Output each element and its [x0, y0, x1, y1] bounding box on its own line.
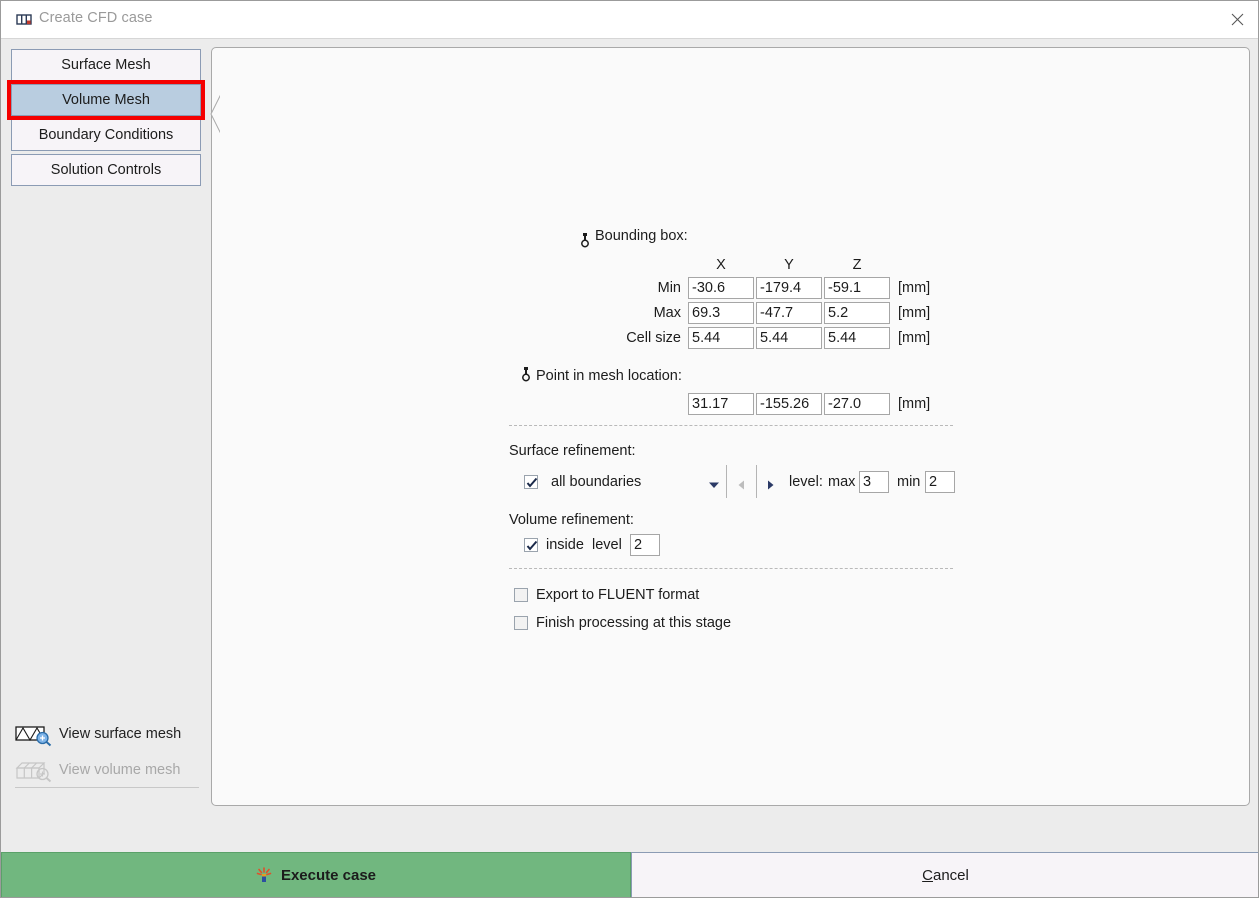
execute-case-label: Execute case	[280, 866, 377, 884]
export-fluent-label: Export to FLUENT format	[536, 587, 700, 603]
volume-level-label: level	[592, 537, 622, 553]
bbox-max-unit: [mm]	[898, 305, 931, 321]
cell-size-x-input[interactable]	[688, 327, 754, 349]
row-label-cell-size: Cell size	[626, 330, 681, 346]
inside-label: inside	[546, 537, 584, 553]
max-level-label: max	[828, 474, 856, 490]
surface-mesh-icon	[15, 721, 53, 747]
point-in-mesh-title: Point in mesh location:	[536, 368, 682, 384]
toolbar-divider-2	[756, 465, 757, 498]
level-label: level:	[789, 474, 823, 490]
cell-size-y-input[interactable]	[756, 327, 822, 349]
cancel-button[interactable]: Cancel	[631, 852, 1258, 897]
volume-mesh-icon	[15, 757, 53, 783]
column-header-z: Z	[852, 257, 862, 273]
row-label-max: Max	[653, 305, 681, 321]
create-cfd-case-window: Create CFD case Surface Mesh Volume Mesh…	[0, 0, 1259, 898]
max-level-input[interactable]	[859, 471, 889, 493]
pin-icon	[580, 233, 590, 249]
point-in-mesh-z-input[interactable]	[824, 393, 890, 415]
cell-size-z-input[interactable]	[824, 327, 890, 349]
row-label-min: Min	[657, 280, 681, 296]
bbox-max-y-input[interactable]	[756, 302, 822, 324]
point-in-mesh-unit: [mm]	[898, 396, 931, 412]
cell-size-unit: [mm]	[898, 330, 931, 346]
column-header-x: X	[716, 257, 726, 273]
sidebar-item-solution-controls[interactable]: Solution Controls	[11, 154, 201, 186]
inside-checkbox[interactable]	[524, 538, 538, 552]
sidebar-item-boundary-conditions[interactable]: Boundary Conditions	[11, 119, 201, 151]
sidebar-divider	[15, 787, 199, 788]
firework-icon	[256, 867, 272, 883]
triangle-right-icon[interactable]	[762, 477, 778, 493]
bbox-min-z-input[interactable]	[824, 277, 890, 299]
view-surface-mesh-button[interactable]: View surface mesh	[15, 719, 201, 749]
triangle-left-icon[interactable]	[734, 477, 750, 493]
sidebar-item-volume-mesh[interactable]: Volume Mesh	[11, 84, 201, 116]
volume-refinement-title: Volume refinement:	[509, 512, 634, 528]
cancel-accel: C	[922, 866, 933, 884]
point-in-mesh-x-input[interactable]	[688, 393, 754, 415]
bounding-box-title: Bounding box:	[595, 228, 688, 244]
bbox-max-x-input[interactable]	[688, 302, 754, 324]
divider-2	[509, 568, 953, 569]
all-boundaries-checkbox[interactable]	[524, 475, 538, 489]
close-icon[interactable]	[1214, 1, 1258, 38]
view-volume-mesh-label: View volume mesh	[59, 762, 181, 778]
min-level-label: min	[897, 474, 921, 490]
sidebar: Surface Mesh Volume Mesh Boundary Condit…	[1, 39, 211, 818]
mesh-grid-icon	[15, 11, 33, 29]
titlebar: Create CFD case	[1, 1, 1258, 39]
finish-processing-checkbox[interactable]	[514, 616, 528, 630]
divider-1	[509, 425, 953, 426]
volume-level-input[interactable]	[630, 534, 660, 556]
export-fluent-checkbox[interactable]	[514, 588, 528, 602]
bbox-min-unit: [mm]	[898, 280, 931, 296]
bbox-min-y-input[interactable]	[756, 277, 822, 299]
window-title: Create CFD case	[39, 10, 153, 26]
volume-mesh-form: Bounding box: X Y Z Min [mm] Max [mm] Ce…	[211, 47, 1250, 806]
bbox-min-x-input[interactable]	[688, 277, 754, 299]
sidebar-item-surface-mesh[interactable]: Surface Mesh	[11, 49, 201, 81]
surface-refinement-title: Surface refinement:	[509, 443, 636, 459]
toolbar-divider-1	[726, 465, 727, 498]
footer-bar: Case name Save	[1, 811, 1258, 851]
column-header-y: Y	[784, 257, 794, 273]
point-in-mesh-y-input[interactable]	[756, 393, 822, 415]
view-surface-mesh-label: View surface mesh	[59, 726, 182, 742]
all-boundaries-label: all boundaries	[551, 474, 642, 490]
cancel-label: ancel	[932, 866, 969, 884]
finish-processing-label: Finish processing at this stage	[536, 615, 732, 631]
view-volume-mesh-button[interactable]: View volume mesh	[15, 755, 201, 785]
chevron-down-icon[interactable]	[706, 477, 722, 493]
pin-icon	[521, 367, 531, 383]
content-area: Bounding box: X Y Z Min [mm] Max [mm] Ce…	[210, 47, 1250, 806]
bbox-max-z-input[interactable]	[824, 302, 890, 324]
min-level-input[interactable]	[925, 471, 955, 493]
execute-case-button[interactable]: Execute case	[1, 852, 631, 897]
